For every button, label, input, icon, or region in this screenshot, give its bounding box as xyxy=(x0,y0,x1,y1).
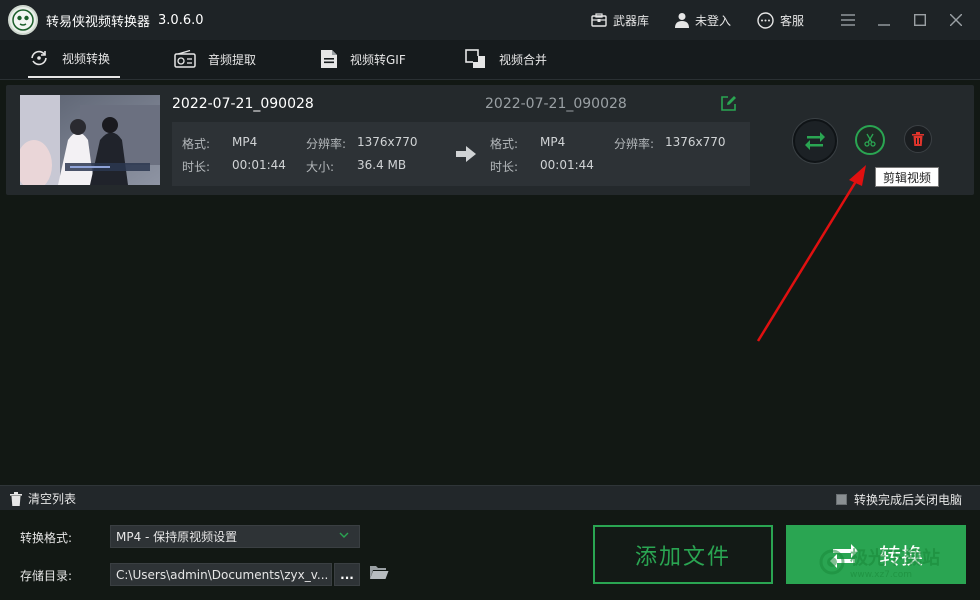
watermark-text: 极光下载站 xyxy=(850,548,940,569)
scissors-icon xyxy=(864,133,876,147)
tab-bar: 视频转换 音频提取 视频转GIF 视频合并 xyxy=(0,40,980,80)
tab-video-convert-label: 视频转换 xyxy=(62,51,111,66)
rename-button[interactable] xyxy=(720,95,737,115)
format-label: 转换格式: xyxy=(20,531,73,545)
service-label: 客服 xyxy=(779,13,804,28)
menu-button[interactable] xyxy=(830,0,866,40)
app-title: 转易侠视频转换器 xyxy=(46,14,151,30)
watermark-url: www.xz7.com xyxy=(850,570,912,580)
watermark: 极光下载站 www.xz7.com xyxy=(818,544,940,580)
auto-shutdown-checkbox[interactable] xyxy=(835,494,847,505)
format-select-value: MP4 - 保持原视频设置 xyxy=(116,530,238,544)
open-folder-button[interactable] xyxy=(369,564,389,583)
trash-icon xyxy=(912,132,924,146)
src-size-value: 36.4 MB xyxy=(357,158,407,172)
tab-audio-extract-label: 音频提取 xyxy=(208,52,257,67)
auto-shutdown-option[interactable]: 转换完成后关闭电脑 xyxy=(835,491,962,508)
src-duration-value: 00:01:44 xyxy=(232,158,286,172)
clear-list-label: 清空列表 xyxy=(28,492,77,506)
video-convert-icon xyxy=(31,50,47,66)
video-thumbnail xyxy=(20,95,160,185)
gif-file-icon xyxy=(321,50,337,68)
hamburger-icon xyxy=(841,14,855,26)
src-duration-label: 时长: xyxy=(182,160,211,174)
tab-audio-extract[interactable]: 音频提取 xyxy=(174,40,256,78)
out-duration-label: 时长: xyxy=(490,160,519,174)
tab-video-to-gif[interactable]: 视频转GIF xyxy=(320,40,406,78)
radio-icon xyxy=(174,50,196,68)
swap-icon xyxy=(805,132,825,150)
maximize-button[interactable] xyxy=(902,0,938,40)
trash-icon xyxy=(10,491,22,506)
minimize-button[interactable] xyxy=(866,0,902,40)
close-button[interactable] xyxy=(938,0,974,40)
tab-video-merge[interactable]: 视频合并 xyxy=(465,40,547,78)
edit-icon xyxy=(721,96,736,111)
toolbox-icon xyxy=(591,13,607,27)
out-format-label: 格式: xyxy=(490,137,519,151)
tooltip: 剪辑视频 xyxy=(875,167,939,187)
close-icon xyxy=(950,14,962,26)
aurora-logo-icon xyxy=(819,549,845,575)
out-format-value: MP4 xyxy=(540,135,566,149)
src-resolution-value: 1376x770 xyxy=(357,135,418,149)
user-icon xyxy=(674,13,689,28)
format-select[interactable]: MP4 - 保持原视频设置 xyxy=(110,525,360,548)
file-item[interactable]: 2022-07-21_090028 2022-07-21_090028 格式: … xyxy=(6,85,974,195)
output-file-name: 2022-07-21_090028 xyxy=(485,96,627,112)
tab-video-to-gif-label: 视频转GIF xyxy=(350,52,406,67)
out-duration-value: 00:01:44 xyxy=(540,158,594,172)
directory-value: C:\Users\admin\Documents\zyx_v... xyxy=(116,567,329,582)
panda-logo-icon xyxy=(8,5,38,35)
file-info-panel: 格式: MP4 分辨率: 1376x770 时长: 00:01:44 大小: 3… xyxy=(172,122,750,186)
list-toolbar: 清空列表 转换完成后关闭电脑 xyxy=(0,485,980,510)
service-button[interactable]: 客服 xyxy=(757,11,804,29)
login-button[interactable]: 未登入 xyxy=(674,12,731,29)
convert-file-button[interactable] xyxy=(793,119,837,163)
minimize-icon xyxy=(878,24,890,26)
login-label: 未登入 xyxy=(694,13,731,28)
add-files-button[interactable]: 添加文件 xyxy=(593,525,773,584)
src-resolution-label: 分辨率: xyxy=(306,137,347,151)
chevron-down-icon xyxy=(339,529,349,542)
folder-icon xyxy=(370,566,389,579)
auto-shutdown-label: 转换完成后关闭电脑 xyxy=(853,493,962,507)
browse-button[interactable]: ... xyxy=(334,563,360,586)
directory-input[interactable]: C:\Users\admin\Documents\zyx_v... xyxy=(110,563,332,586)
clear-list-button[interactable]: 清空列表 xyxy=(10,490,76,507)
edit-video-button[interactable] xyxy=(855,125,885,155)
directory-label: 存储目录: xyxy=(20,569,73,583)
maximize-icon xyxy=(914,14,926,26)
tab-video-merge-label: 视频合并 xyxy=(499,52,548,67)
arsenal-button[interactable]: 武器库 xyxy=(591,12,649,29)
chat-bubble-icon xyxy=(757,11,774,29)
arrow-right-icon xyxy=(455,145,477,166)
source-file-name: 2022-07-21_090028 xyxy=(172,96,314,112)
tab-video-convert[interactable]: 视频转换 xyxy=(28,40,121,78)
out-resolution-label: 分辨率: xyxy=(614,137,655,151)
src-size-label: 大小: xyxy=(306,160,335,174)
src-format-value: MP4 xyxy=(232,135,258,149)
arsenal-label: 武器库 xyxy=(612,13,649,28)
out-resolution-value: 1376x770 xyxy=(665,135,726,149)
merge-icon xyxy=(465,49,485,68)
delete-file-button[interactable] xyxy=(904,125,932,153)
title-bar: 转易侠视频转换器 3.0.6.0 武器库 未登入 客服 xyxy=(0,0,980,40)
app-version: 3.0.6.0 xyxy=(158,12,204,28)
src-format-label: 格式: xyxy=(182,137,211,151)
